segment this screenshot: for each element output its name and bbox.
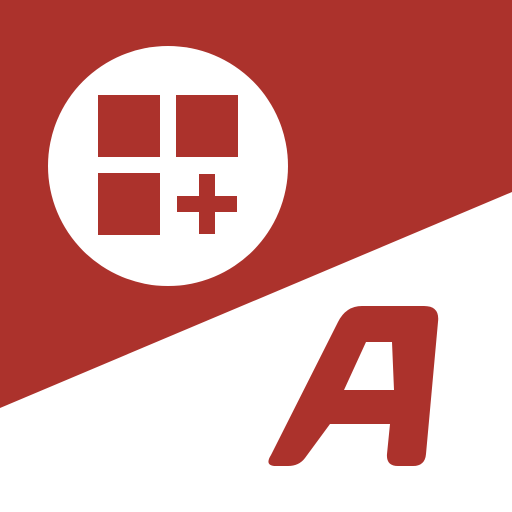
grid-square-top-left — [98, 95, 160, 157]
grid-square-top-right — [176, 95, 238, 157]
badge-circle — [48, 46, 288, 286]
plus-horizontal-bar — [177, 196, 237, 212]
apps-plus-icon — [48, 46, 288, 286]
app-icon — [0, 0, 512, 512]
app-icon-artwork — [0, 0, 512, 512]
grid-square-bottom-left — [98, 173, 160, 235]
